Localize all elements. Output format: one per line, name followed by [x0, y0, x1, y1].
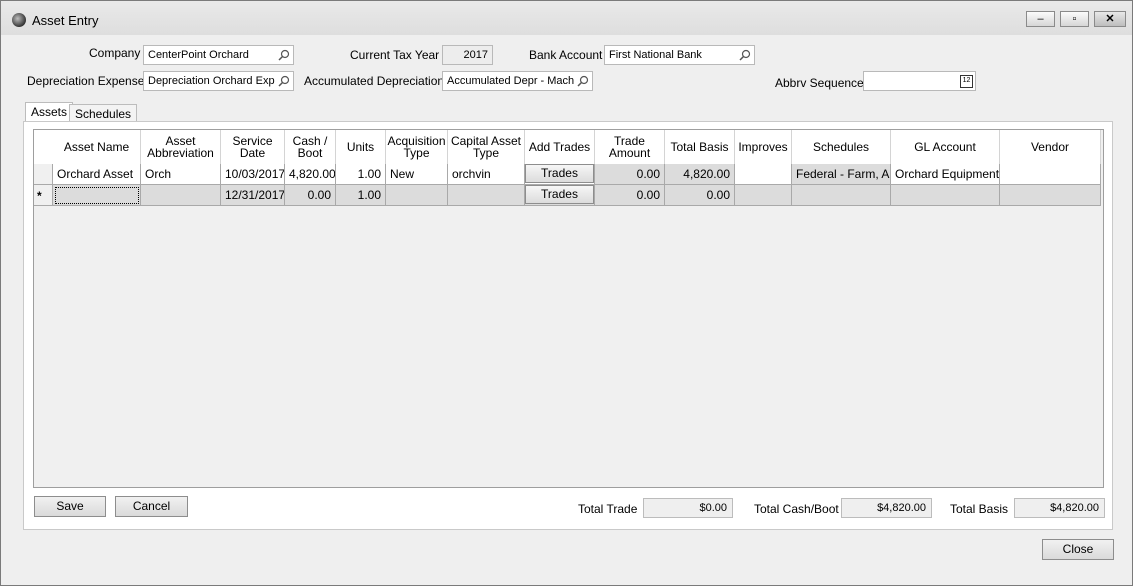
company-label: Company [89, 46, 141, 60]
cell-units[interactable]: 1.00 [336, 185, 386, 206]
cell-improves[interactable] [735, 185, 792, 206]
cell-capital-asset-type[interactable]: orchvin [448, 164, 525, 185]
cell-add-trades: Trades [525, 164, 595, 185]
cell-improves[interactable] [735, 164, 792, 185]
col-header-capital-asset-type[interactable]: Capital Asset Type [448, 130, 525, 164]
company-field[interactable]: CenterPoint Orchard [143, 45, 294, 65]
window-close-button[interactable]: ✕ [1094, 11, 1126, 27]
accumulated-depreciation-field[interactable]: Accumulated Depr - Machi [442, 71, 593, 91]
cell-cash-boot[interactable]: 0.00 [285, 185, 336, 206]
magnifier-icon[interactable] [577, 75, 589, 87]
accumulated-depreciation-value: Accumulated Depr - Machi [447, 75, 574, 87]
magnifier-icon[interactable] [278, 49, 290, 61]
bank-account-field[interactable]: First National Bank [604, 45, 755, 65]
calendar-icon[interactable]: 12 [960, 75, 973, 88]
total-basis-value: $4,820.00 [1014, 498, 1105, 518]
tax-year-field: 2017 [442, 45, 493, 65]
cell-acquisition-type[interactable]: New [386, 164, 448, 185]
cell-vendor[interactable] [1000, 185, 1101, 206]
cancel-button[interactable]: Cancel [115, 496, 188, 517]
col-header-trade-amount[interactable]: Trade Amount [595, 130, 665, 164]
depreciation-expense-label: Depreciation Expense [27, 74, 145, 88]
tax-year-label: Current Tax Year [350, 48, 440, 62]
bank-account-label: Bank Account [529, 48, 603, 62]
col-header-acquisition-type[interactable]: Acquisition Type [386, 130, 448, 164]
cell-asset-name[interactable]: Orchard Asset [53, 164, 141, 185]
tab-schedules[interactable]: Schedules [69, 104, 138, 122]
cell-service-date[interactable]: 10/03/2017 [221, 164, 285, 185]
cell-acquisition-type[interactable] [386, 185, 448, 206]
total-cash-boot-label: Total Cash/Boot [754, 502, 839, 516]
cell-asset-abbreviation[interactable] [141, 185, 221, 206]
total-basis-label: Total Basis [950, 502, 1009, 516]
app-icon [12, 13, 26, 27]
col-header-asset-name[interactable]: Asset Name [53, 130, 141, 164]
cell-trade-amount: 0.00 [595, 164, 665, 185]
col-header-cash-boot[interactable]: Cash / Boot [285, 130, 336, 164]
col-header-units[interactable]: Units [336, 130, 386, 164]
cell-add-trades: Trades [525, 185, 595, 206]
minimize-button[interactable]: – [1026, 11, 1055, 27]
total-cash-boot-value: $4,820.00 [841, 498, 932, 518]
cell-gl-account[interactable] [891, 185, 1000, 206]
cell-schedules[interactable] [792, 185, 891, 206]
cell-asset-abbreviation[interactable]: Orch [141, 164, 221, 185]
restore-button[interactable]: ▫ [1060, 11, 1089, 27]
tab-assets[interactable]: Assets [25, 102, 74, 123]
asset-entry-window: Asset Entry – ▫ ✕ Company CenterPoint Or… [0, 0, 1133, 586]
col-header-service-date[interactable]: Service Date [221, 130, 285, 164]
cell-vendor[interactable] [1000, 164, 1101, 185]
cell-service-date[interactable]: 12/31/2017 [221, 185, 285, 206]
cell-total-basis: 4,820.00 [665, 164, 735, 185]
trades-button[interactable]: Trades [525, 164, 594, 183]
abbrv-sequence-field[interactable]: 12 [863, 71, 976, 91]
company-value: CenterPoint Orchard [148, 49, 249, 61]
cell-cash-boot[interactable]: 4,820.00 [285, 164, 336, 185]
accumulated-depreciation-label: Accumulated Depreciation [304, 74, 445, 88]
window-title: Asset Entry [32, 13, 99, 28]
col-header-gl-account[interactable]: GL Account [891, 130, 1000, 164]
col-header-schedules[interactable]: Schedules [792, 130, 891, 164]
row-header-corner [34, 130, 53, 164]
cell-total-basis: 0.00 [665, 185, 735, 206]
assets-grid[interactable]: Asset Name Asset Abbreviation Service Da… [33, 129, 1104, 488]
col-header-asset-abbreviation[interactable]: Asset Abbreviation [141, 130, 221, 164]
row-selector[interactable] [34, 164, 53, 185]
depreciation-expense-field[interactable]: Depreciation Orchard Expe [143, 71, 294, 91]
trades-button[interactable]: Trades [525, 185, 594, 204]
total-trade-value: $0.00 [643, 498, 733, 518]
bank-account-value: First National Bank [609, 49, 702, 61]
magnifier-icon[interactable] [278, 75, 290, 87]
title-bar[interactable]: Asset Entry – ▫ ✕ [1, 1, 1132, 35]
abbrv-sequence-label: Abbrv Sequence [775, 76, 864, 90]
col-header-improves[interactable]: Improves [735, 130, 792, 164]
cell-trade-amount: 0.00 [595, 185, 665, 206]
cell-schedules[interactable]: Federal - Farm, A [792, 164, 891, 185]
new-row-indicator[interactable]: * [34, 185, 53, 206]
col-header-add-trades[interactable]: Add Trades [525, 130, 595, 164]
close-button[interactable]: Close [1042, 539, 1114, 560]
col-header-vendor[interactable]: Vendor [1000, 130, 1101, 164]
depreciation-expense-value: Depreciation Orchard Expe [148, 75, 275, 87]
save-button[interactable]: Save [34, 496, 106, 517]
total-trade-label: Total Trade [578, 502, 638, 516]
cell-gl-account[interactable]: Orchard Equipment [891, 164, 1000, 185]
cell-asset-name[interactable] [53, 185, 141, 206]
col-header-total-basis[interactable]: Total Basis [665, 130, 735, 164]
cell-capital-asset-type[interactable] [448, 185, 525, 206]
cell-units[interactable]: 1.00 [336, 164, 386, 185]
magnifier-icon[interactable] [739, 49, 751, 61]
